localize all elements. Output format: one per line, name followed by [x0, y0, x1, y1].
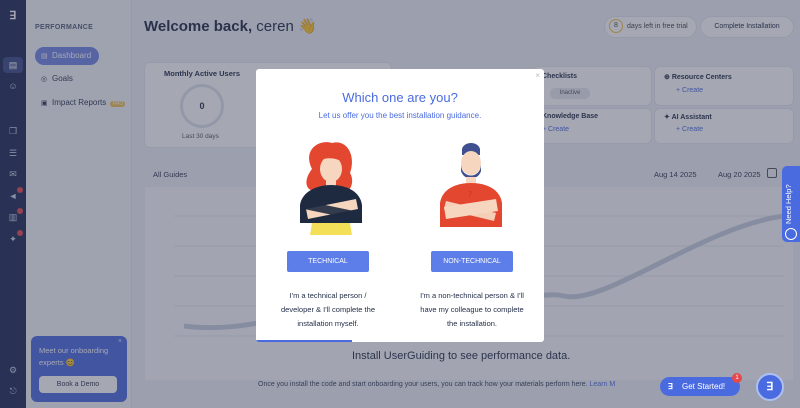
user-type-modal: × Which one are you? Let us offer you th…	[256, 69, 544, 342]
notification-badge: 1	[732, 373, 742, 383]
technical-description: I'm a technical person / developer & I'l…	[281, 291, 375, 328]
technical-person-illustration	[300, 142, 362, 235]
modal-subtitle: Let us offer you the best installation g…	[318, 111, 482, 120]
modal-progress-bar	[256, 340, 352, 342]
non-technical-person-illustration: ?	[440, 143, 502, 227]
userguiding-icon: ꓱ	[668, 382, 674, 391]
non-technical-button[interactable]: NON-TECHNICAL	[431, 251, 513, 272]
non-technical-description: I'm a non-technical person & I'll have m…	[420, 291, 524, 328]
lifebuoy-icon	[785, 228, 797, 240]
technical-button[interactable]: TECHNICAL	[287, 251, 369, 272]
get-started-button[interactable]: ꓱ Get Started! 1	[660, 373, 742, 396]
get-started-label: Get Started!	[682, 382, 726, 391]
svg-text:?: ?	[468, 190, 472, 199]
close-icon[interactable]: ×	[535, 71, 540, 80]
modal-title: Which one are you?	[342, 90, 458, 105]
need-help-tab[interactable]: Need Help?	[782, 166, 800, 242]
userguiding-launcher-button[interactable]: ꓱ	[756, 373, 784, 401]
need-help-label: Need Help?	[784, 184, 793, 224]
